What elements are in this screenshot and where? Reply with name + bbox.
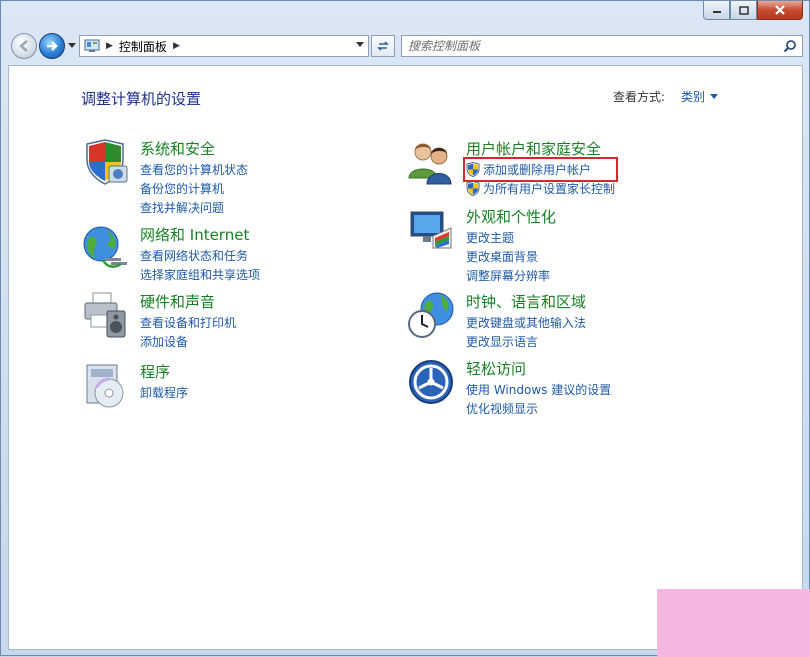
back-button[interactable] xyxy=(11,33,37,59)
uac-shield-icon xyxy=(466,181,480,196)
category-links: 添加或删除用户帐户 为所有用户设置家长控制 xyxy=(462,157,619,198)
link-parental-controls[interactable]: 为所有用户设置家长控制 xyxy=(466,179,615,198)
breadcrumb-separator: ▶ xyxy=(106,41,113,51)
category-links: 使用 Windows 建议的设置 优化视频显示 xyxy=(466,380,611,418)
printer-speaker-icon[interactable] xyxy=(81,291,129,339)
link-label[interactable]: 添加或删除用户帐户 xyxy=(483,161,591,178)
view-by-value[interactable]: 类别 xyxy=(681,88,705,105)
page-title: 调整计算机的设置 xyxy=(81,90,202,108)
forward-button[interactable] xyxy=(39,33,65,59)
watermark-overlay xyxy=(657,589,810,657)
category-title[interactable]: 硬件和声音 xyxy=(140,291,215,312)
category-network-internet: 网络和 Internet 查看网络状态和任务 选择家庭组和共享选项 xyxy=(81,224,381,284)
close-button[interactable] xyxy=(757,1,803,20)
category-appearance: 外观和个性化 更改主题 更改桌面背景 调整屏幕分辨率 xyxy=(407,206,707,283)
category-programs: 程序 卸载程序 xyxy=(81,361,381,411)
breadcrumb-control-panel[interactable]: 控制面板 xyxy=(119,38,167,55)
category-links: 卸载程序 xyxy=(140,383,188,402)
category-title[interactable]: 用户帐户和家庭安全 xyxy=(466,138,601,159)
caption-buttons xyxy=(703,1,803,21)
close-icon xyxy=(775,5,785,15)
link-change-display-language[interactable]: 更改显示语言 xyxy=(466,332,586,351)
maximize-button[interactable] xyxy=(730,1,757,20)
view-by-label: 查看方式: xyxy=(613,90,666,104)
category-title[interactable]: 轻松访问 xyxy=(466,358,526,379)
category-ease-of-access: 轻松访问 使用 Windows 建议的设置 优化视频显示 xyxy=(407,358,707,418)
link-adjust-resolution[interactable]: 调整屏幕分辨率 xyxy=(466,266,550,285)
address-dropdown-icon[interactable] xyxy=(356,42,364,48)
shield-pc-icon[interactable] xyxy=(81,138,129,186)
category-links: 更改主题 更改桌面背景 调整屏幕分辨率 xyxy=(466,228,550,285)
navigation-bar: ▶ 控制面板 ▶ xyxy=(7,31,803,61)
monitor-palette-icon[interactable] xyxy=(407,206,455,254)
link-add-remove-user-accounts[interactable]: 添加或删除用户帐户 xyxy=(462,157,619,182)
refresh-icon xyxy=(377,41,389,51)
recent-pages-dropdown-icon[interactable] xyxy=(68,43,76,49)
category-title[interactable]: 网络和 Internet xyxy=(140,224,249,245)
link-recommended-settings[interactable]: 使用 Windows 建议的设置 xyxy=(466,380,611,399)
category-title[interactable]: 时钟、语言和区域 xyxy=(466,291,586,312)
link-backup-computer[interactable]: 备份您的计算机 xyxy=(140,179,248,198)
refresh-button[interactable] xyxy=(371,35,395,57)
control-panel-window: ▶ 控制面板 ▶ 调整计算机的设置 查看方式: 类别 xyxy=(0,0,810,657)
link-change-theme[interactable]: 更改主题 xyxy=(466,228,550,247)
link-view-computer-status[interactable]: 查看您的计算机状态 xyxy=(140,160,248,179)
category-links: 查看设备和打印机 添加设备 xyxy=(140,313,236,351)
arrow-left-icon xyxy=(19,40,28,52)
link-network-status[interactable]: 查看网络状态和任务 xyxy=(140,246,260,265)
users-icon[interactable] xyxy=(407,138,455,186)
search-input[interactable] xyxy=(408,38,768,54)
uac-shield-icon xyxy=(466,162,480,177)
view-by-dropdown[interactable]: 类别 xyxy=(681,88,719,105)
control-panel-icon xyxy=(84,39,100,52)
clock-globe-icon[interactable] xyxy=(407,291,455,339)
ease-of-access-icon[interactable] xyxy=(407,358,455,406)
category-title[interactable]: 外观和个性化 xyxy=(466,206,556,227)
programs-disc-icon[interactable] xyxy=(81,361,129,409)
category-hardware-sound: 硬件和声音 查看设备和打印机 添加设备 xyxy=(81,291,381,351)
link-add-device[interactable]: 添加设备 xyxy=(140,332,236,351)
link-troubleshoot[interactable]: 查找并解决问题 xyxy=(140,198,248,217)
maximize-icon xyxy=(738,5,749,15)
minimize-button[interactable] xyxy=(703,1,730,20)
arrow-right-icon xyxy=(47,41,58,51)
link-devices-printers[interactable]: 查看设备和打印机 xyxy=(140,313,236,332)
search-icon[interactable] xyxy=(783,39,797,53)
category-user-accounts: 用户帐户和家庭安全 添加或删除用户帐户 为所有用户设置家长控制 xyxy=(407,138,707,198)
chevron-down-icon[interactable] xyxy=(710,93,719,100)
address-bar[interactable]: ▶ 控制面板 ▶ xyxy=(79,35,369,57)
link-change-desktop-background[interactable]: 更改桌面背景 xyxy=(466,247,550,266)
link-uninstall-program[interactable]: 卸载程序 xyxy=(140,383,188,402)
link-optimize-visual-display[interactable]: 优化视频显示 xyxy=(466,399,611,418)
minimize-icon xyxy=(712,11,721,13)
link-homegroup-sharing[interactable]: 选择家庭组和共享选项 xyxy=(140,265,260,284)
category-links: 更改键盘或其他输入法 更改显示语言 xyxy=(466,313,586,351)
search-box xyxy=(401,35,803,57)
category-links: 查看您的计算机状态 备份您的计算机 查找并解决问题 xyxy=(140,160,248,217)
category-system-security: 系统和安全 查看您的计算机状态 备份您的计算机 查找并解决问题 xyxy=(81,138,381,215)
breadcrumb-separator[interactable]: ▶ xyxy=(173,41,180,51)
category-title[interactable]: 程序 xyxy=(140,361,170,382)
category-links: 查看网络状态和任务 选择家庭组和共享选项 xyxy=(140,246,260,284)
link-change-input-method[interactable]: 更改键盘或其他输入法 xyxy=(466,313,586,332)
content-area: 调整计算机的设置 查看方式: 类别 系统和安全 查看您的计算机状态 备份您的计算… xyxy=(8,65,803,650)
globe-network-icon[interactable] xyxy=(81,224,129,272)
link-label[interactable]: 为所有用户设置家长控制 xyxy=(483,180,615,197)
category-title[interactable]: 系统和安全 xyxy=(140,138,215,159)
category-clock-region: 时钟、语言和区域 更改键盘或其他输入法 更改显示语言 xyxy=(407,291,707,351)
